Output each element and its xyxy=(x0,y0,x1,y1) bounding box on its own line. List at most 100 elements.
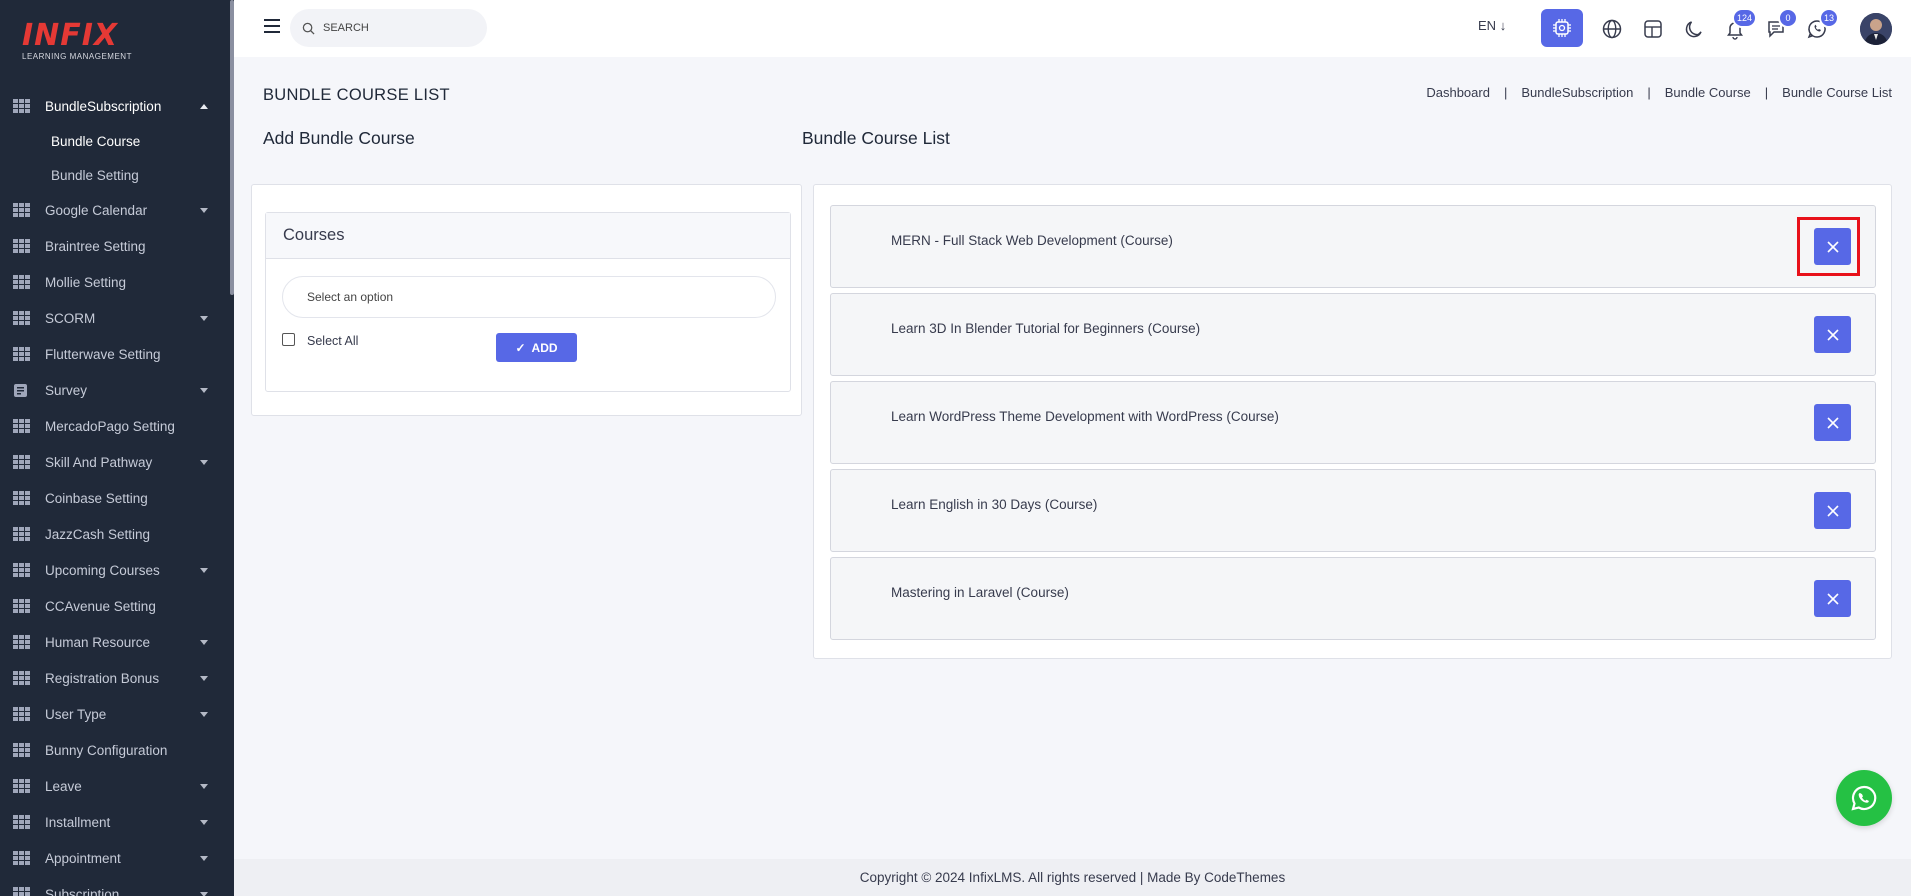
breadcrumb-bundle-subscription[interactable]: BundleSubscription xyxy=(1521,85,1633,100)
breadcrumb-dashboard[interactable]: Dashboard xyxy=(1426,85,1490,100)
sidebar-item-jazzcash-setting[interactable]: JazzCash Setting xyxy=(0,516,230,552)
sidebar-item-label: Installment xyxy=(45,814,111,830)
footer: Copyright © 2024 InfixLMS. All rights re… xyxy=(234,859,1911,896)
sidebar-item-upcoming-courses[interactable]: Upcoming Courses xyxy=(0,552,230,588)
remove-course-button[interactable] xyxy=(1814,404,1851,441)
avatar[interactable] xyxy=(1860,13,1892,45)
logo-subtitle: LEARNING MANAGEMENT xyxy=(22,52,132,61)
check-icon: ✓ xyxy=(515,340,526,355)
sidebar-item-ccavenue-setting[interactable]: CCAvenue Setting xyxy=(0,588,230,624)
notifications-button[interactable]: 124 xyxy=(1721,8,1757,43)
remove-course-button[interactable] xyxy=(1814,316,1851,353)
bundle-course-row: Mastering in Laravel (Course) xyxy=(830,557,1876,640)
sidebar-item-skill-and-pathway[interactable]: Skill And Pathway xyxy=(0,444,230,480)
bundle-course-name: Learn WordPress Theme Development with W… xyxy=(891,409,1279,424)
grid-icon xyxy=(13,454,30,470)
caret-down-icon xyxy=(200,856,208,861)
courses-panel: Courses Select an option Select All ✓ ADD xyxy=(265,212,791,392)
search-input[interactable] xyxy=(323,22,483,34)
add-button-label: ADD xyxy=(531,340,558,355)
caret-down-icon xyxy=(200,712,208,717)
add-button[interactable]: ✓ ADD xyxy=(496,333,577,362)
sidebar-item-label: CCAvenue Setting xyxy=(45,598,156,614)
layout-button[interactable] xyxy=(1639,15,1667,43)
sidebar-item-braintree-setting[interactable]: Braintree Setting xyxy=(0,228,230,264)
sidebar-item-label: SCORM xyxy=(45,310,96,326)
avatar-image xyxy=(1860,13,1892,45)
sidebar-item-label: Skill And Pathway xyxy=(45,454,153,470)
topbar: EN ↓ 124 0 13 xyxy=(234,0,1911,57)
sidebar-item-leave[interactable]: Leave xyxy=(0,768,230,804)
chip-button[interactable] xyxy=(1541,9,1583,47)
grid-icon xyxy=(13,562,30,578)
whatsapp-button[interactable] xyxy=(1836,770,1892,826)
caret-down-icon xyxy=(200,208,208,213)
select-all-checkbox[interactable] xyxy=(282,333,295,346)
menu-toggle-icon[interactable] xyxy=(264,19,280,33)
grid-icon xyxy=(13,238,30,254)
submenu-item-bundle-course[interactable]: Bundle Course xyxy=(0,124,230,158)
remove-course-button[interactable] xyxy=(1814,228,1851,265)
sidebar-item-user-type[interactable]: User Type xyxy=(0,696,230,732)
grid-icon xyxy=(13,310,30,326)
bundle-course-name: MERN - Full Stack Web Development (Cours… xyxy=(891,233,1173,248)
language-selector[interactable]: EN ↓ xyxy=(1478,18,1506,33)
sidebar-item-bunny-configuration[interactable]: Bunny Configuration xyxy=(0,732,230,768)
page-title: BUNDLE COURSE LIST xyxy=(263,86,450,104)
sidebar-item-google-calendar[interactable]: Google Calendar xyxy=(0,192,230,228)
sidebar-item-installment[interactable]: Installment xyxy=(0,804,230,840)
search-box[interactable] xyxy=(290,9,487,47)
close-icon xyxy=(1826,240,1839,253)
globe-icon xyxy=(1602,19,1622,39)
sidebar-item-subscription[interactable]: Subscription xyxy=(0,876,230,896)
website-button[interactable] xyxy=(1598,15,1626,43)
logo[interactable]: INFIX LEARNING MANAGEMENT xyxy=(22,18,132,62)
sidebar-item-label: Upcoming Courses xyxy=(45,562,160,578)
breadcrumb-bundle-course-list[interactable]: Bundle Course List xyxy=(1782,85,1892,100)
sidebar-item-coinbase-setting[interactable]: Coinbase Setting xyxy=(0,480,230,516)
sidebar-item-scorm[interactable]: SCORM xyxy=(0,300,230,336)
arrow-down-icon: ↓ xyxy=(1499,18,1507,33)
caret-down-icon xyxy=(200,316,208,321)
grid-icon xyxy=(13,706,30,722)
sidebar-item-label: Appointment xyxy=(45,850,121,866)
dark-mode-button[interactable] xyxy=(1680,15,1708,43)
sidebar-item-label: Leave xyxy=(45,778,82,794)
chip-icon xyxy=(1553,19,1571,37)
caret-down-icon xyxy=(200,892,208,896)
bundle-course-row: Learn WordPress Theme Development with W… xyxy=(830,381,1876,464)
course-select[interactable]: Select an option xyxy=(282,276,776,318)
messages-button[interactable]: 0 xyxy=(1762,8,1798,43)
messages-badge: 0 xyxy=(1778,8,1798,28)
sidebar-item-survey[interactable]: Survey xyxy=(0,372,230,408)
grid-icon xyxy=(13,670,30,686)
caret-down-icon xyxy=(200,820,208,825)
remove-course-button[interactable] xyxy=(1814,492,1851,529)
grid-icon xyxy=(13,886,30,896)
survey-icon xyxy=(13,383,30,398)
grid-icon xyxy=(13,742,30,758)
remove-course-button[interactable] xyxy=(1814,580,1851,617)
bundle-course-row: MERN - Full Stack Web Development (Cours… xyxy=(830,205,1876,288)
breadcrumb: Dashboard | BundleSubscription | Bundle … xyxy=(1426,85,1892,100)
breadcrumb-separator: | xyxy=(1647,85,1651,100)
breadcrumb-bundle-course[interactable]: Bundle Course xyxy=(1665,85,1751,100)
sidebar-item-flutterwave-setting[interactable]: Flutterwave Setting xyxy=(0,336,230,372)
sidebar-item-label: User Type xyxy=(45,706,107,722)
sidebar-item-label: Google Calendar xyxy=(45,202,148,218)
sidebar-item-human-resource[interactable]: Human Resource xyxy=(0,624,230,660)
caret-up-icon xyxy=(200,104,208,109)
search-icon xyxy=(302,22,315,35)
grid-icon xyxy=(13,418,30,434)
sidebar-item-label: Braintree Setting xyxy=(45,238,146,254)
sidebar-item-appointment[interactable]: Appointment xyxy=(0,840,230,876)
submenu-item-bundle-setting[interactable]: Bundle Setting xyxy=(0,158,230,192)
courses-panel-title: Courses xyxy=(266,213,790,259)
sidebar-item-bundlesubscription[interactable]: BundleSubscription xyxy=(0,88,230,124)
calls-button[interactable]: 13 xyxy=(1803,8,1839,43)
breadcrumb-separator: | xyxy=(1764,85,1769,100)
logo-text: INFIX xyxy=(22,18,119,53)
sidebar-item-registration-bonus[interactable]: Registration Bonus xyxy=(0,660,230,696)
sidebar-item-mollie-setting[interactable]: Mollie Setting xyxy=(0,264,230,300)
sidebar-item-mercadopago-setting[interactable]: MercadoPago Setting xyxy=(0,408,230,444)
